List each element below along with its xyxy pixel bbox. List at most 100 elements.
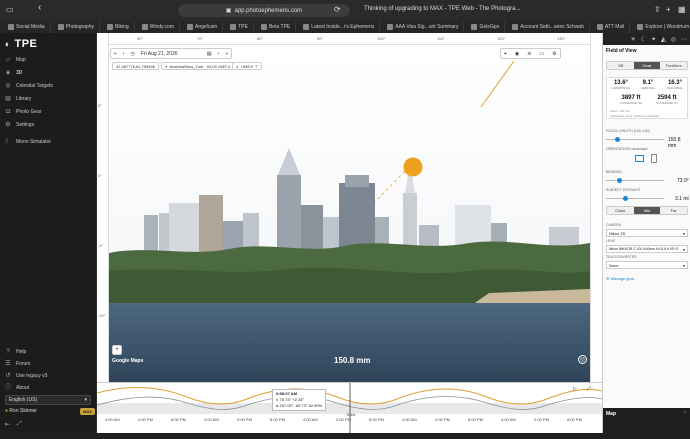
bookmark-tab[interactable]: Photography bbox=[53, 21, 100, 33]
target-tab-icon[interactable]: ◎ bbox=[671, 36, 676, 43]
next-year-icon[interactable]: » bbox=[225, 51, 228, 57]
timeline-expand-icon[interactable]: ⤢ bbox=[587, 386, 591, 392]
timeline-panel[interactable]: 6:58:07 AM ■ 75.73° +2.33° ■ 207.00° -69… bbox=[96, 382, 603, 434]
field-of-view-panel: ☀ ☾ ✦ ◭ ◎ ⋯ Field of View Off Gear Freef… bbox=[602, 33, 690, 433]
prev-day-icon[interactable]: ‹ bbox=[123, 51, 125, 57]
ruler-label: 80° bbox=[257, 36, 264, 41]
sidebar-item-library[interactable]: ▤ Library bbox=[5, 96, 31, 102]
now-label: Tues. bbox=[346, 412, 356, 417]
bookmark-tab[interactable]: GeleGps bbox=[466, 21, 506, 33]
sidebar-item-3d[interactable]: ◈ 3D bbox=[5, 70, 23, 76]
fov-tab-icon[interactable]: ◭ bbox=[661, 36, 666, 43]
settings-icon[interactable]: ⚙ bbox=[552, 51, 556, 57]
fullscreen-icon[interactable]: ⤢ bbox=[17, 421, 22, 428]
sidebar-item-settings[interactable]: ⚙ Settings bbox=[5, 122, 34, 128]
ruler-label: 0° bbox=[98, 173, 102, 178]
bookmark-tab[interactable]: AAA Visa Sig...unt Summary bbox=[382, 21, 465, 33]
compass-icon[interactable]: ◎ bbox=[578, 355, 587, 364]
bookmark-tab[interactable]: Windy.com bbox=[137, 21, 180, 33]
segment-freeform[interactable]: Freeform bbox=[660, 62, 687, 69]
date-field[interactable]: Fri Aug 21, 2026 bbox=[141, 51, 201, 57]
sidebar-item-map[interactable]: ▱ Map bbox=[5, 57, 26, 63]
language-select[interactable]: English (US) ▾ bbox=[5, 395, 91, 405]
portrait-icon[interactable] bbox=[651, 154, 657, 163]
terrain-icon: ⊤ bbox=[254, 63, 259, 69]
url-bar[interactable]: ▣ app.photoephemeris.com bbox=[178, 4, 350, 17]
coords-chip[interactable]: 41.487776,81.795456 bbox=[112, 62, 159, 70]
timeline-chart bbox=[96, 383, 603, 434]
clock-icon[interactable]: ◷ bbox=[130, 51, 134, 57]
segment-gear[interactable]: Gear bbox=[633, 62, 661, 69]
layers-icon[interactable]: ≋ bbox=[527, 51, 531, 57]
bookmark-tab[interactable]: Beta TPE bbox=[256, 21, 297, 33]
teleconverter-select[interactable]: None ▾ bbox=[606, 261, 688, 269]
focal-length-value: 150.8 mm bbox=[668, 137, 681, 149]
segment-close[interactable]: Close bbox=[607, 207, 634, 214]
view-toolbar: ⌖ ◉ ≋ ▭ ⚙ bbox=[500, 48, 561, 59]
bookmark-tab[interactable]: Explore | Wondrium bbox=[632, 22, 690, 33]
segment-far[interactable]: Far bbox=[660, 207, 687, 214]
landscape-icon[interactable] bbox=[635, 155, 644, 162]
sun-icon: ■ bbox=[276, 397, 279, 402]
bookmark-tab[interactable]: Angelcam bbox=[182, 21, 224, 33]
sidebar-item-use-legacy-v3[interactable]: ↺ Use legacy v3 bbox=[5, 373, 47, 379]
3d-view[interactable]: « ‹ ◷ Fri Aug 21, 2026 ▤ › » 41.487776,8… bbox=[97, 33, 602, 382]
sidebar-item-about[interactable]: ⓘ About bbox=[5, 385, 29, 391]
bookmark-tab[interactable]: Latest Inside...r's Ephemeris bbox=[298, 21, 381, 33]
next-day-icon[interactable]: › bbox=[218, 51, 220, 57]
reload-icon[interactable]: ⟳ bbox=[334, 5, 341, 15]
bearing-slider[interactable] bbox=[606, 180, 664, 181]
collapse-icon[interactable]: ⇤ bbox=[5, 421, 10, 428]
right-ruler bbox=[590, 33, 602, 382]
segment-off[interactable]: Off bbox=[607, 62, 634, 69]
star-tab-icon[interactable]: ✦ bbox=[651, 36, 656, 43]
camera-view-icon[interactable]: ▭ bbox=[539, 51, 544, 57]
chevron-up-icon[interactable]: ⌃ bbox=[683, 411, 687, 417]
bearing-knob[interactable] bbox=[617, 178, 622, 183]
elevation-chip[interactable]: ● +638 ft ⊤ bbox=[232, 62, 263, 70]
sidebar-item-celestial-targets[interactable]: ◎ Celestial Targets bbox=[5, 83, 53, 89]
calendar-icon[interactable]: ▤ bbox=[207, 51, 212, 57]
prev-year-icon[interactable]: « bbox=[114, 51, 117, 57]
3d-scene[interactable] bbox=[109, 45, 590, 382]
sidebar-item-moon-simulator[interactable]: ☾ Moon Simulator bbox=[5, 139, 51, 145]
moon-tab-icon[interactable]: ☾ bbox=[641, 36, 646, 43]
segment-mid[interactable]: Mid bbox=[633, 207, 661, 214]
camera-select[interactable]: Nikon Z9 ▾ bbox=[606, 229, 688, 237]
timeline-play-icon[interactable]: ▷ bbox=[573, 386, 577, 392]
favicon-icon bbox=[230, 24, 237, 30]
distance-slider[interactable] bbox=[606, 198, 664, 199]
eye-icon[interactable]: ◉ bbox=[515, 51, 519, 57]
forum-icon: ☰ bbox=[5, 361, 11, 367]
bookmark-tab[interactable]: Biking bbox=[102, 21, 135, 33]
user-menu[interactable]: ● Ron Skinner bbox=[5, 408, 37, 414]
timezone-chip[interactable]: ● America/New_York · 04:00 GMT-4 bbox=[161, 62, 235, 70]
sidebar-item-photo-gear[interactable]: ◘ Photo Gear bbox=[5, 109, 41, 115]
time-tooltip: 6:58:07 AM ■ 75.73° +2.33° ■ 207.00° -69… bbox=[272, 389, 327, 411]
timeline-ticks: 4:00 AM 2:00 PM 8:00 PM 4:00 AM 2:00 PM 8:00 … bbox=[97, 417, 602, 425]
favicon-icon bbox=[260, 24, 267, 30]
bookmark-tab[interactable]: TPE bbox=[225, 21, 254, 33]
sidebar-item-forum[interactable]: ☰ Forum bbox=[5, 361, 30, 367]
new-tab-icon[interactable]: + bbox=[666, 5, 671, 15]
manage-gear-link[interactable]: ⚙ Manage gear bbox=[606, 276, 634, 281]
pin-icon[interactable]: ⌖ bbox=[504, 51, 507, 57]
sidebar-item-help[interactable]: ? Help bbox=[5, 349, 26, 355]
bookmark-tab[interactable]: ATT Mail bbox=[592, 21, 631, 33]
lens-select[interactable]: Nikon NIKKOR Z 100-400mm f/4.5-5.6 VR S ▾ bbox=[606, 245, 688, 253]
zoom-button[interactable]: + bbox=[112, 345, 122, 355]
timeline-tick-label: 4:00 AM bbox=[402, 417, 417, 422]
more-icon[interactable]: ⋯ bbox=[681, 36, 687, 43]
share-icon[interactable]: ⇪ bbox=[654, 5, 661, 15]
bookmark-tab[interactable]: Social Media bbox=[3, 21, 51, 33]
sun-marker[interactable] bbox=[403, 157, 423, 177]
sun-tab-icon[interactable]: ☀ bbox=[630, 36, 635, 43]
sidebar-toggle-icon[interactable]: ▭ bbox=[6, 5, 14, 15]
distance-knob[interactable] bbox=[623, 196, 628, 201]
app-logo[interactable]: ◐ TPE bbox=[5, 38, 37, 50]
bookmark-tab[interactable]: Account Setti...aries Schwab bbox=[507, 21, 590, 33]
map-panel-header[interactable]: Map ⌃ bbox=[603, 408, 690, 433]
focal-length-knob[interactable] bbox=[615, 137, 620, 142]
tab-overview-icon[interactable]: ▦ bbox=[678, 5, 686, 15]
back-icon[interactable]: ‹ bbox=[38, 3, 41, 13]
